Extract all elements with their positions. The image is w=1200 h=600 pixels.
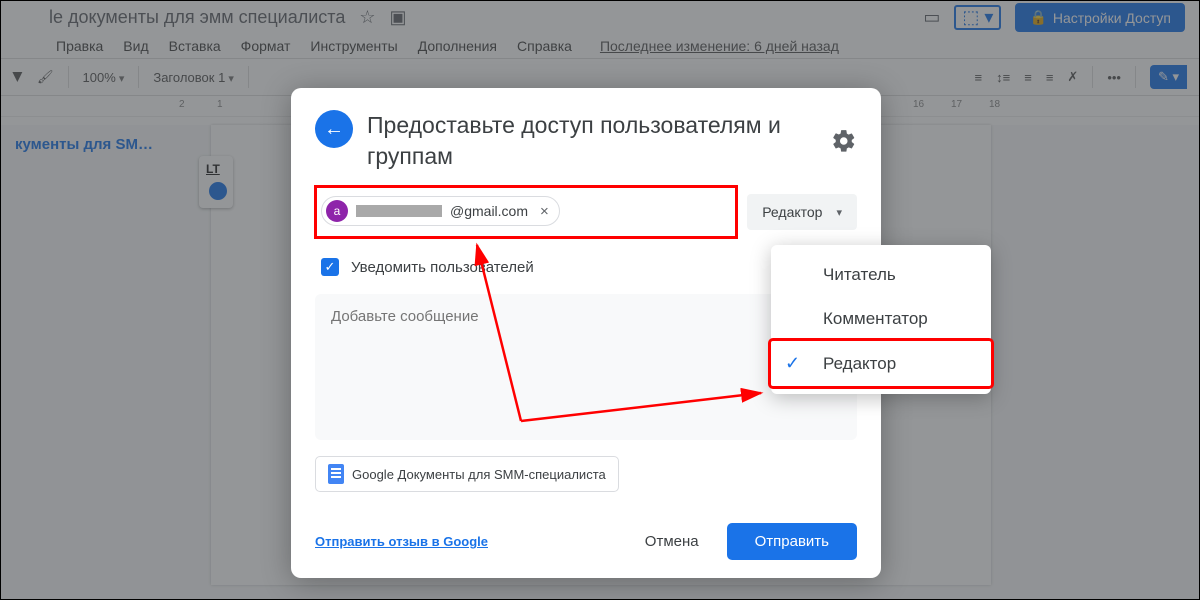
role-option-label: Комментатор: [823, 309, 928, 329]
cancel-button[interactable]: Отмена: [627, 523, 717, 560]
dialog-title: Предоставьте доступ пользователям и груп…: [367, 110, 817, 172]
back-button[interactable]: ←: [315, 110, 353, 148]
feedback-link[interactable]: Отправить отзыв в Google: [315, 534, 488, 549]
role-dropdown-label: Редактор: [762, 204, 822, 220]
check-icon: ✓: [325, 259, 336, 275]
role-option-commenter[interactable]: Комментатор: [771, 297, 991, 341]
check-icon: ✓: [785, 353, 811, 374]
role-option-viewer[interactable]: Читатель: [771, 253, 991, 297]
remove-chip-icon[interactable]: ×: [540, 203, 549, 220]
email-domain: @gmail.com: [450, 203, 528, 219]
role-menu: Читатель Комментатор ✓ Редактор: [771, 245, 991, 394]
role-dropdown-button[interactable]: Редактор: [747, 194, 857, 230]
redacted-name: [356, 205, 442, 217]
notify-label: Уведомить пользователей: [351, 259, 534, 276]
notify-checkbox[interactable]: ✓: [321, 258, 339, 276]
role-option-label: Редактор: [823, 354, 896, 374]
people-input[interactable]: a @gmail.com ×: [315, 186, 737, 238]
gear-icon: [831, 128, 857, 154]
settings-button[interactable]: [831, 128, 857, 154]
role-option-label: Читатель: [823, 265, 896, 285]
avatar: a: [326, 200, 348, 222]
arrow-left-icon: ←: [324, 118, 344, 141]
person-chip[interactable]: a @gmail.com ×: [321, 196, 560, 226]
attachment-name: Google Документы для SMM-специалиста: [352, 467, 606, 482]
send-button[interactable]: Отправить: [727, 523, 857, 560]
attachment-chip[interactable]: Google Документы для SMM-специалиста: [315, 456, 619, 492]
role-option-editor[interactable]: ✓ Редактор: [771, 341, 991, 386]
docs-icon: [328, 464, 344, 484]
